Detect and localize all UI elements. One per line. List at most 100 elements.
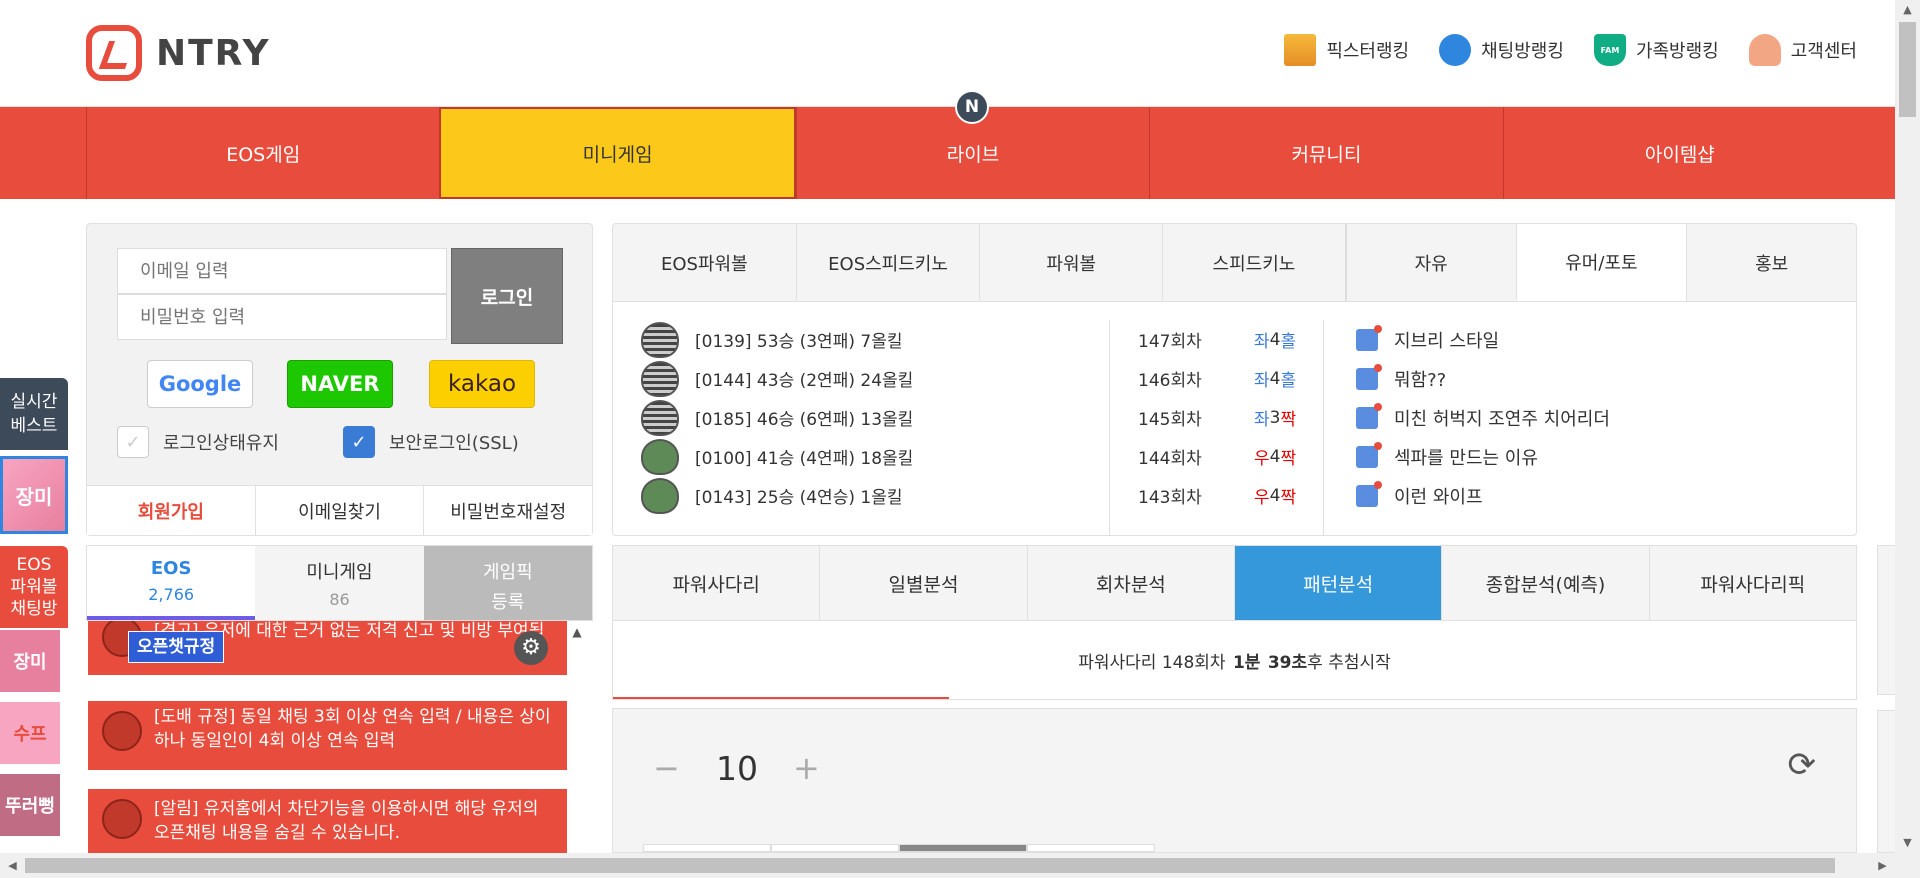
chatroom-thumbnail[interactable]: 뚜러뻥: [0, 774, 60, 836]
list-item[interactable]: [0185] 46승 (6연패) 13올킬: [641, 398, 1111, 437]
realtime-best-panel[interactable]: 실시간 베스트 장미: [0, 378, 68, 534]
scroll-up-icon[interactable]: ▲: [567, 621, 587, 639]
nav-item-community[interactable]: 커뮤니티: [1149, 107, 1502, 199]
list-item[interactable]: 143회차 우4짝: [1110, 476, 1321, 515]
password-input[interactable]: [117, 294, 447, 340]
google-login-button[interactable]: Google: [147, 360, 253, 408]
chat-scrollbar[interactable]: ▲: [567, 621, 587, 853]
best-thumbnail[interactable]: 장미: [0, 456, 68, 534]
ntry-logo[interactable]: NTRY: [86, 25, 271, 81]
chat-message: [알림] 유저홈에서 차단기능을 이용하시면 해당 유저의 오픈채팅 내용을 숨…: [88, 789, 568, 853]
open-chat-rules-button[interactable]: 오픈챗규정: [128, 631, 225, 663]
customer-center-link[interactable]: 고객센터: [1748, 34, 1857, 66]
realtime-best-label: 실시간 베스트: [0, 378, 68, 450]
list-item[interactable]: 146회차 좌4홀: [1110, 359, 1321, 398]
list-item[interactable]: 145회차 좌3짝: [1110, 398, 1321, 437]
tab-daily-analysis[interactable]: 일별분석: [819, 546, 1026, 620]
secure-login-label: 보안로그인(SSL): [389, 433, 519, 454]
list-item[interactable]: [0100] 41승 (4연패) 18올킬: [641, 437, 1111, 476]
list-item[interactable]: 144회차 우4짝: [1110, 437, 1321, 476]
decrement-button[interactable]: −: [653, 749, 680, 787]
chatroom-thumbnails: 장미 수프 뚜러뻥: [0, 630, 60, 846]
pickster-ranking-label: 픽스터랭킹: [1326, 41, 1410, 62]
vertical-scrollbar[interactable]: ▲ ▼: [1895, 0, 1920, 853]
scroll-up-arrow-icon[interactable]: ▲: [1895, 0, 1920, 20]
pickster-ranking-link[interactable]: 픽스터랭킹: [1284, 34, 1409, 66]
avatar: [641, 321, 679, 358]
chatroom-ranking-link[interactable]: 채팅방랭킹: [1439, 34, 1564, 66]
chatroom-thumbnail[interactable]: 수프: [0, 702, 60, 764]
find-email-link[interactable]: 이메일찾기: [254, 486, 424, 535]
message-text: [도배 규정] 동일 채팅 3회 이상 연속 입력 / 내용은 상이하나 동일인…: [154, 707, 551, 751]
tab-promotion[interactable]: 홍보: [1686, 224, 1856, 301]
countdown-minutes: 1분: [1232, 652, 1261, 673]
account-links: 회원가입 이메일찾기 비밀번호재설정: [87, 485, 592, 535]
naver-login-button[interactable]: NAVER: [287, 360, 393, 408]
tab-free-board[interactable]: 자유: [1344, 224, 1516, 301]
tab-overall-analysis[interactable]: 종합분석(예측): [1441, 546, 1648, 620]
refresh-icon[interactable]: ⟳: [1788, 745, 1817, 785]
tab-power-ladder[interactable]: 파워사다리: [613, 546, 819, 620]
list-item[interactable]: [0139] 53승 (3연패) 7올킬: [641, 320, 1111, 359]
family-ranking-link[interactable]: FAM 가족방랭킹: [1593, 34, 1719, 66]
tab-power-ladder-pick[interactable]: 파워사다리픽: [1648, 546, 1856, 620]
gear-icon[interactable]: ⚙: [514, 631, 548, 665]
countdown-prefix: 파워사다리 148회차: [1078, 652, 1226, 673]
vertical-scroll-thumb[interactable]: [1899, 22, 1916, 117]
avatar: [102, 799, 142, 839]
keep-login-checkbox[interactable]: ✓ 로그인상태유지: [117, 426, 279, 458]
login-button[interactable]: 로그인: [451, 248, 563, 344]
avatar: [641, 360, 679, 397]
tab-gamepick-register[interactable]: 게임픽 등록: [423, 546, 592, 620]
avatar: [641, 399, 679, 436]
list-item[interactable]: 지브리 스타일: [1324, 320, 1853, 359]
tab-powerball[interactable]: 파워볼: [979, 224, 1162, 301]
sub-tab[interactable]: [899, 844, 1027, 852]
nav-item-eos-game[interactable]: EOS게임: [86, 107, 439, 199]
scroll-right-arrow-icon[interactable]: ▶: [1870, 853, 1895, 878]
list-item[interactable]: 미친 허벅지 조연주 치어리더: [1324, 398, 1853, 437]
eos-chatroom-label[interactable]: EOS 파워볼 채팅방: [0, 546, 68, 628]
tab-speedkeno[interactable]: 스피드키노: [1162, 224, 1345, 301]
pick-record: [0100] 41승 (4연패) 18올킬: [695, 449, 914, 469]
avatar: [102, 711, 142, 751]
email-input[interactable]: [117, 248, 447, 294]
tab-round-analysis[interactable]: 회차분석: [1026, 546, 1234, 620]
tab-eos-powerball[interactable]: EOS파워볼: [613, 224, 796, 301]
increment-button[interactable]: +: [793, 749, 820, 787]
list-item[interactable]: [0143] 25승 (4연승) 1올킬: [641, 476, 1111, 515]
signup-link[interactable]: 회원가입: [87, 486, 255, 535]
nav-item-mini-game[interactable]: 미니게임: [439, 107, 796, 199]
scroll-down-arrow-icon[interactable]: ▼: [1895, 833, 1920, 853]
list-item[interactable]: 섹파를 만드는 이유: [1324, 437, 1853, 476]
nav-item-item-shop[interactable]: 아이템샵: [1502, 107, 1856, 199]
result-odd-even: 홀: [1280, 332, 1297, 352]
family-ranking-label: 가족방랭킹: [1635, 41, 1719, 62]
tab-minigame-chat[interactable]: 미니게임 86: [255, 546, 424, 620]
tab-humor-photo[interactable]: 유머/포토: [1515, 224, 1687, 301]
sub-tab[interactable]: [1027, 844, 1155, 852]
image-icon: [1356, 441, 1382, 468]
result-side: 좌: [1254, 410, 1270, 430]
list-item[interactable]: 이런 와이프: [1324, 476, 1853, 515]
secure-login-checkbox[interactable]: ✓ 보안로그인(SSL): [343, 426, 519, 458]
horizontal-scrollbar[interactable]: ◀ ▶: [0, 853, 1920, 878]
tab-eos-chat[interactable]: EOS 2,766: [87, 546, 256, 620]
list-item[interactable]: [0144] 43승 (2연패) 24올킬: [641, 359, 1111, 398]
image-icon: [1356, 363, 1382, 390]
kakao-login-button[interactable]: kakao: [429, 360, 535, 408]
sub-tab[interactable]: [771, 844, 899, 852]
list-item[interactable]: 147회차 좌4홀: [1110, 320, 1321, 359]
chatroom-thumbnail[interactable]: 장미: [0, 630, 60, 692]
tab-eos-speedkeno[interactable]: EOS스피드키노: [795, 224, 980, 301]
tab-pattern-analysis[interactable]: 패턴분석: [1233, 546, 1442, 620]
analysis-tabs: 파워사다리 일별분석 회차분석 패턴분석 종합분석(예측) 파워사다리픽: [612, 545, 1857, 621]
list-item[interactable]: 뭐함??: [1324, 359, 1853, 398]
scroll-left-arrow-icon[interactable]: ◀: [0, 853, 25, 878]
sub-tab[interactable]: [643, 844, 771, 852]
stepper-value: 10: [716, 749, 758, 788]
pick-record: [0143] 25승 (4연승) 1올킬: [695, 488, 903, 508]
post-title: 지브리 스타일: [1394, 330, 1500, 352]
reset-password-link[interactable]: 비밀번호재설정: [423, 486, 592, 535]
horizontal-scroll-thumb[interactable]: [25, 858, 1835, 873]
